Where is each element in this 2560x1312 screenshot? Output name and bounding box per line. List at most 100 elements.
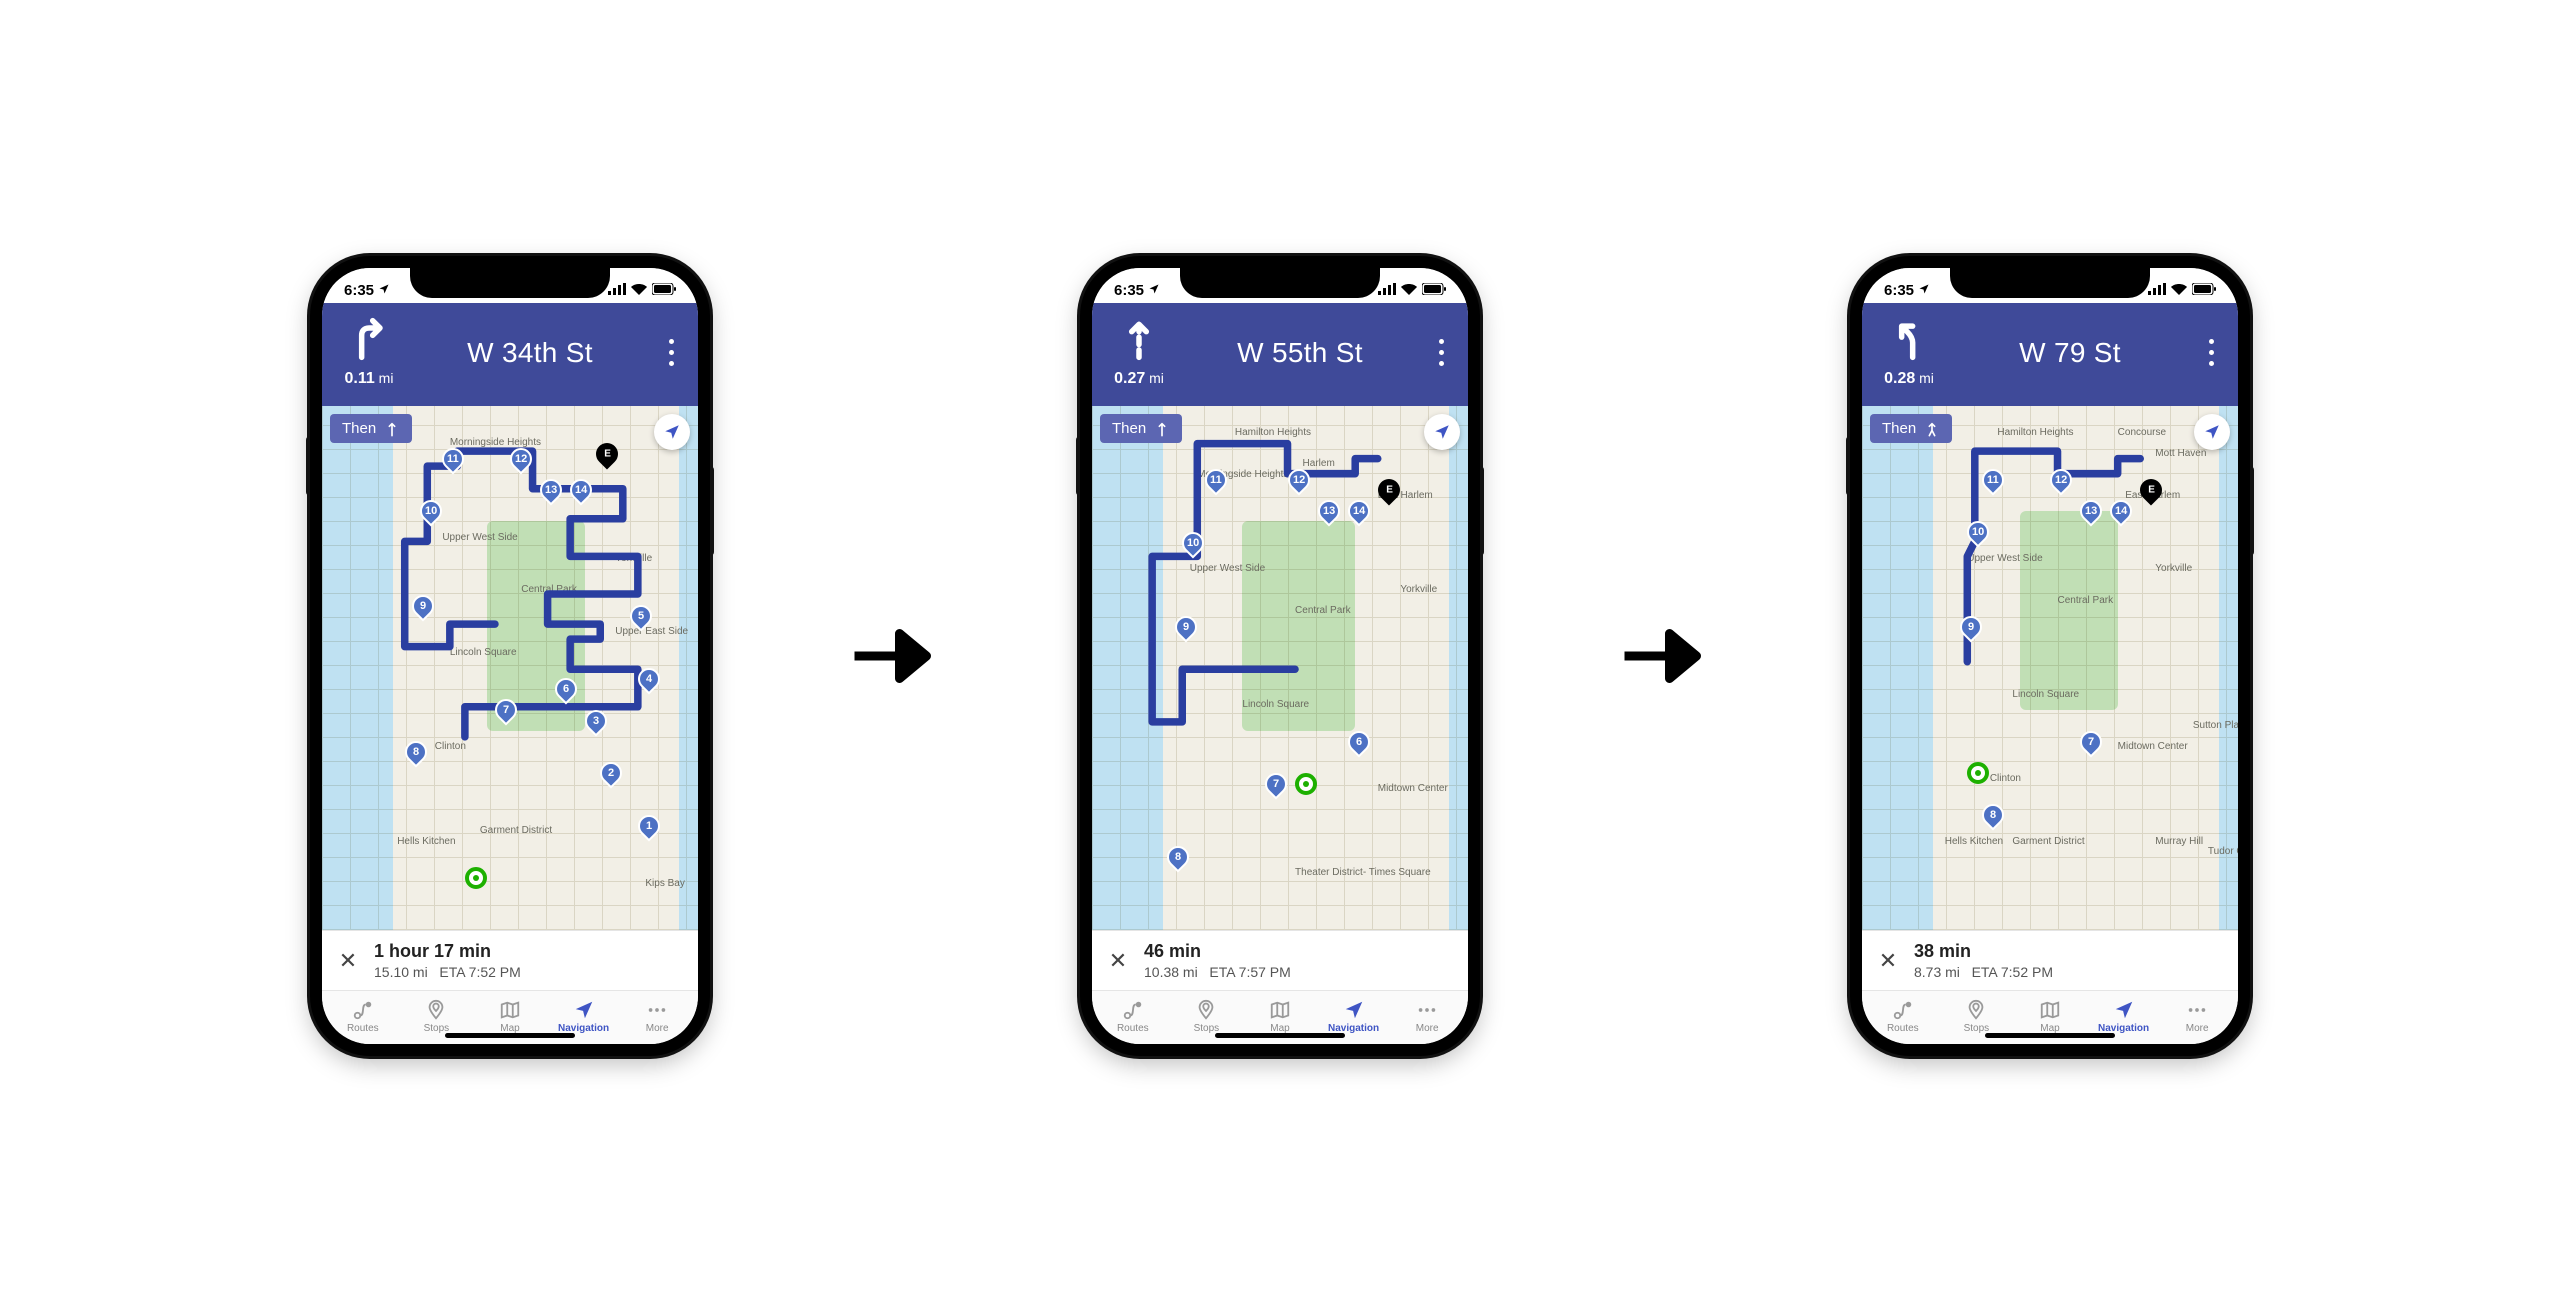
map-place-label: Kips Bay bbox=[645, 878, 684, 889]
bottom-nav-navigation[interactable]: Navigation bbox=[1324, 999, 1384, 1034]
phone-frame: 6:35 0.27 mi W 55th St bbox=[1080, 256, 1480, 1056]
location-arrow-icon bbox=[1433, 423, 1451, 441]
navigation-header: 0.11 mi W 34th St bbox=[322, 303, 698, 406]
map-place-label: Theater District- Times Square bbox=[1295, 867, 1431, 878]
eta-bar: ✕ 1 hour 17 min 15.10 mi ETA 7:52 PM bbox=[322, 930, 698, 990]
more-icon bbox=[646, 999, 668, 1021]
stops-icon bbox=[425, 999, 447, 1021]
wifi-icon bbox=[2171, 282, 2187, 299]
turn-instruction[interactable]: 0.11 mi bbox=[334, 317, 404, 388]
current-location-marker bbox=[465, 867, 487, 889]
device-notch bbox=[410, 268, 610, 298]
routes-icon bbox=[352, 999, 374, 1021]
signal-icon bbox=[1378, 282, 1396, 299]
map[interactable]: Hamilton HeightsConcourseMott HavenEast … bbox=[1862, 406, 2238, 930]
more-icon bbox=[1416, 999, 1438, 1021]
location-indicator-icon bbox=[1918, 282, 1930, 299]
location-arrow-icon bbox=[663, 423, 681, 441]
straight-dashed-icon bbox=[1117, 317, 1161, 366]
map-place-label: Murray Hill bbox=[2155, 836, 2203, 847]
home-indicator[interactable] bbox=[445, 1033, 575, 1038]
bottom-nav-map[interactable]: Map bbox=[2020, 999, 2080, 1034]
wifi-icon bbox=[631, 282, 647, 299]
status-time: 6:35 bbox=[1884, 282, 1914, 299]
routes-icon bbox=[1122, 999, 1144, 1021]
bottom-nav-label: Routes bbox=[1887, 1023, 1919, 1034]
map-place-label: Midtown Center bbox=[1378, 783, 1448, 794]
bottom-nav-map[interactable]: Map bbox=[1250, 999, 1310, 1034]
phone-frame: 6:35 0.11 mi W 34th St bbox=[310, 256, 710, 1056]
navigation-header: 0.27 mi W 55th St bbox=[1092, 303, 1468, 406]
recenter-button[interactable] bbox=[2194, 414, 2230, 450]
straight-icon bbox=[384, 421, 400, 437]
nav-menu-button[interactable] bbox=[1426, 339, 1456, 366]
eta-detail: 8.73 mi ETA 7:52 PM bbox=[1914, 964, 2053, 980]
map[interactable]: Hamilton HeightsMorningside HeightsHarle… bbox=[1092, 406, 1468, 930]
bottom-nav-navigation[interactable]: Navigation bbox=[2094, 999, 2154, 1034]
slight-left-icon bbox=[1887, 317, 1931, 366]
bottom-nav-label: Routes bbox=[1117, 1023, 1149, 1034]
eta-detail: 15.10 mi ETA 7:52 PM bbox=[374, 964, 521, 980]
close-navigation-button[interactable]: ✕ bbox=[1106, 948, 1130, 974]
then-instruction-chip[interactable]: Then bbox=[330, 414, 412, 443]
bottom-nav-more[interactable]: More bbox=[1397, 999, 1457, 1034]
status-time: 6:35 bbox=[1114, 282, 1144, 299]
signal-icon bbox=[2148, 282, 2166, 299]
more-icon bbox=[2186, 999, 2208, 1021]
close-navigation-button[interactable]: ✕ bbox=[1876, 948, 1900, 974]
phone-frame: 6:35 0.28 mi W 79 St bbox=[1850, 256, 2250, 1056]
bottom-nav-routes[interactable]: Routes bbox=[333, 999, 393, 1034]
bottom-nav-label: More bbox=[2186, 1023, 2209, 1034]
map-place-label: Garment District bbox=[2012, 836, 2084, 847]
turn-distance: 0.28 mi bbox=[1884, 370, 1934, 388]
turn-instruction[interactable]: 0.28 mi bbox=[1874, 317, 1944, 388]
then-instruction-chip[interactable]: Then bbox=[1100, 414, 1182, 443]
then-label: Then bbox=[1882, 420, 1916, 437]
signal-icon bbox=[608, 282, 626, 299]
nav-menu-button[interactable] bbox=[656, 339, 686, 366]
then-label: Then bbox=[1112, 420, 1146, 437]
map-place-label: Hells Kitchen bbox=[1945, 836, 2003, 847]
map-icon bbox=[2039, 999, 2061, 1021]
bottom-nav-stops[interactable]: Stops bbox=[1176, 999, 1236, 1034]
turn-right-icon bbox=[347, 317, 391, 366]
bottom-nav-routes[interactable]: Routes bbox=[1103, 999, 1163, 1034]
merge-icon bbox=[1924, 421, 1940, 437]
stops-icon bbox=[1195, 999, 1217, 1021]
then-instruction-chip[interactable]: Then bbox=[1870, 414, 1952, 443]
bottom-nav-more[interactable]: More bbox=[627, 999, 687, 1034]
eta-bar: ✕ 46 min 10.38 mi ETA 7:57 PM bbox=[1092, 930, 1468, 990]
bottom-nav-stops[interactable]: Stops bbox=[1946, 999, 2006, 1034]
bottom-nav-more[interactable]: More bbox=[2167, 999, 2227, 1034]
home-indicator[interactable] bbox=[1215, 1033, 1345, 1038]
map[interactable]: Morningside HeightsUpper West SideCentra… bbox=[322, 406, 698, 930]
recenter-button[interactable] bbox=[654, 414, 690, 450]
eta-duration: 38 min bbox=[1914, 941, 2053, 962]
turn-street: W 34th St bbox=[404, 337, 656, 369]
stops-icon bbox=[1965, 999, 1987, 1021]
home-indicator[interactable] bbox=[1985, 1033, 2115, 1038]
bottom-nav-map[interactable]: Map bbox=[480, 999, 540, 1034]
battery-icon bbox=[652, 282, 676, 299]
route-path bbox=[1092, 406, 1468, 782]
battery-icon bbox=[1422, 282, 1446, 299]
bottom-nav-label: More bbox=[1416, 1023, 1439, 1034]
device-notch bbox=[1950, 268, 2150, 298]
current-location-marker bbox=[1295, 773, 1317, 795]
turn-instruction[interactable]: 0.27 mi bbox=[1104, 317, 1174, 388]
device-notch bbox=[1180, 268, 1380, 298]
map-place-label: Tudor City bbox=[2208, 846, 2238, 857]
nav-menu-button[interactable] bbox=[2196, 339, 2226, 366]
straight-icon bbox=[1154, 421, 1170, 437]
bottom-nav-label: Routes bbox=[347, 1023, 379, 1034]
bottom-nav-navigation[interactable]: Navigation bbox=[554, 999, 614, 1034]
location-indicator-icon bbox=[1148, 282, 1160, 299]
turn-street: W 79 St bbox=[1944, 337, 2196, 369]
close-navigation-button[interactable]: ✕ bbox=[336, 948, 360, 974]
bottom-nav-routes[interactable]: Routes bbox=[1873, 999, 1933, 1034]
navigation-icon bbox=[2113, 999, 2135, 1021]
eta-duration: 46 min bbox=[1144, 941, 1291, 962]
turn-street: W 55th St bbox=[1174, 337, 1426, 369]
recenter-button[interactable] bbox=[1424, 414, 1460, 450]
bottom-nav-stops[interactable]: Stops bbox=[406, 999, 466, 1034]
